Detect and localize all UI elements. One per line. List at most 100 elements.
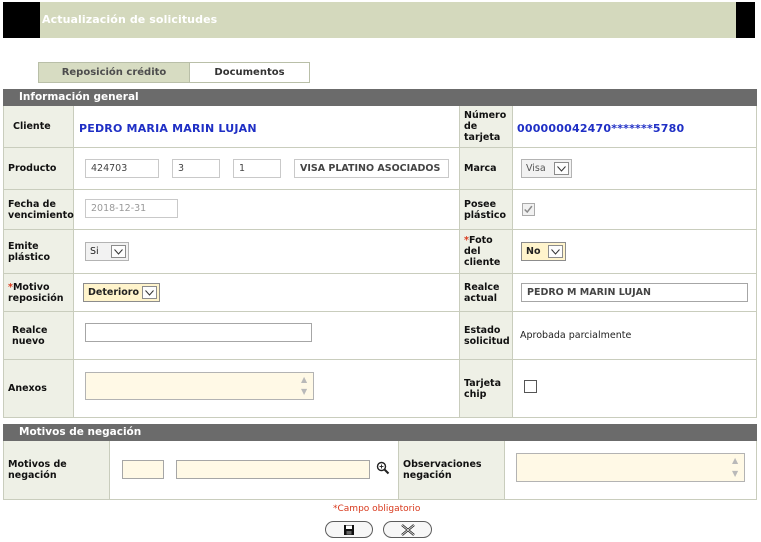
value-cell-chip (513, 360, 757, 418)
textarea-scrollbar[interactable]: ▲ ▼ (731, 456, 742, 479)
section-header-general: Información general (3, 89, 757, 106)
tab-documentos[interactable]: Documentos (189, 62, 310, 83)
label-anexos: Anexos (3, 360, 74, 418)
label-tarjeta-chip: Tarjeta chip (460, 360, 513, 418)
label-motivos-negacion: Motivos de negación (3, 441, 110, 500)
label-posee-plastico: Posee plástico (460, 190, 513, 230)
label-cliente-text: Cliente (13, 121, 51, 132)
label-line: Posee (464, 198, 497, 210)
label-line: Motivos de (8, 459, 67, 470)
label-cliente: Cliente (3, 106, 74, 148)
label-marca: Marca (460, 148, 513, 190)
motivos-negacion-code-input[interactable] (122, 460, 164, 479)
label-line: Tarjeta (464, 377, 502, 389)
chevron-down-icon (111, 245, 126, 258)
tab-reposicion-credito[interactable]: Reposición crédito (38, 62, 190, 83)
tarjeta-chip-checkbox[interactable] (524, 380, 537, 393)
motivos-negacion-description-input[interactable] (176, 460, 370, 479)
label-realce-nuevo: Realce nuevo (3, 312, 74, 360)
posee-plastico-checkbox[interactable] (522, 203, 535, 216)
anexos-textarea[interactable]: ▲ ▼ (85, 372, 314, 400)
realce-actual-input[interactable]: PEDRO M MARIN LUJAN (521, 283, 748, 302)
label-line: Estado (464, 324, 501, 336)
label-line: reposición (8, 292, 64, 304)
label-line: de (464, 121, 478, 132)
label-line: vencimiento (8, 209, 74, 221)
fecha-vencimiento-input[interactable]: 2018-12-31 (85, 199, 178, 218)
save-button[interactable] (325, 521, 373, 538)
marca-selected: Visa (526, 163, 546, 174)
label-emite-plastico: Emite plástico (3, 230, 74, 274)
label-marca-text: Marca (464, 163, 497, 174)
label-line: chip (464, 388, 487, 400)
label-line: *Motivo (8, 282, 64, 293)
marca-select[interactable]: Visa (521, 159, 572, 178)
label-line: Número (464, 110, 507, 121)
label-line: negación (403, 470, 452, 481)
motivo-selected: Deterioro (88, 287, 139, 298)
chevron-down-icon (554, 162, 569, 175)
emite-plastico-select[interactable]: Si (85, 242, 129, 261)
textarea-scrollbar[interactable]: ▲ ▼ (300, 375, 311, 397)
numero-tarjeta-value: 000000042470*******5780 (517, 122, 685, 135)
label-line: solicitud (464, 335, 510, 347)
label-foto-cliente: *Foto del cliente (460, 230, 513, 274)
required-note-text: Campo obligatorio (337, 504, 421, 514)
label-line: Realce (12, 324, 48, 336)
scroll-down-icon: ▼ (732, 469, 739, 478)
foto-selected: No (526, 246, 541, 257)
label-numero-tarjeta: Número de tarjeta (460, 106, 513, 148)
observaciones-negacion-textarea[interactable]: ▲ ▼ (516, 453, 745, 482)
producto-field3-input[interactable]: 1 (233, 159, 281, 178)
header-left-block (3, 2, 40, 38)
header-right-block (736, 2, 755, 38)
label-text: Foto (468, 235, 493, 246)
label-line: tarjeta (464, 132, 501, 143)
producto-code-input[interactable]: 424703 (85, 159, 159, 178)
cliente-value: PEDRO MARIA MARIN LUJAN (79, 122, 257, 135)
label-realce-actual: Realce actual (460, 274, 513, 312)
scroll-down-icon: ▼ (301, 387, 308, 396)
chevron-down-icon (548, 245, 563, 258)
label-anexos-text: Anexos (8, 383, 47, 394)
scroll-up-icon: ▲ (301, 375, 308, 384)
chevron-down-icon (142, 286, 157, 299)
label-line: cliente (464, 257, 501, 268)
label-observaciones-negacion: Observaciones negación (399, 441, 505, 500)
foto-cliente-select[interactable]: No (521, 242, 566, 261)
page-title: Actualización de solicitudes (42, 13, 218, 26)
label-line: Fecha de (8, 198, 56, 210)
label-fecha-vencimiento: Fecha de vencimiento (3, 190, 74, 230)
label-text: Motivo (12, 281, 50, 293)
required-note: *Campo obligatorio (333, 504, 420, 514)
scroll-up-icon: ▲ (732, 456, 739, 465)
search-icon[interactable] (376, 461, 390, 475)
producto-field2-input[interactable]: 3 (172, 159, 220, 178)
label-line: plástico (8, 251, 51, 263)
motivo-reposicion-select[interactable]: Deterioro (83, 283, 160, 302)
realce-nuevo-input[interactable] (85, 323, 312, 342)
cancel-button[interactable] (383, 521, 432, 538)
label-line: actual (464, 292, 498, 304)
label-line: nuevo (12, 335, 45, 347)
label-estado-solicitud: Estado solicitud (460, 312, 513, 360)
estado-solicitud-value: Aprobada parcialmente (520, 330, 632, 341)
checkmark-icon (524, 205, 533, 214)
close-icon (400, 523, 415, 536)
label-line: *Foto (464, 235, 500, 246)
label-line: del (464, 246, 481, 257)
label-producto: Producto (3, 148, 74, 190)
value-cell-emite (74, 230, 460, 274)
label-motivo-reposicion: *Motivo reposición (3, 274, 74, 312)
label-producto-text: Producto (8, 163, 57, 174)
value-cell-posee (513, 190, 757, 230)
label-line: Observaciones (403, 459, 482, 470)
producto-name-input[interactable]: VISA PLATINO ASOCIADOS (294, 159, 449, 178)
label-line: Emite (8, 240, 39, 252)
emite-selected: Si (90, 246, 99, 257)
save-icon (344, 524, 354, 535)
label-line: negación (8, 470, 57, 481)
section-header-negacion: Motivos de negación (3, 424, 757, 441)
label-line: plástico (464, 209, 507, 221)
label-line: Realce (464, 281, 500, 293)
